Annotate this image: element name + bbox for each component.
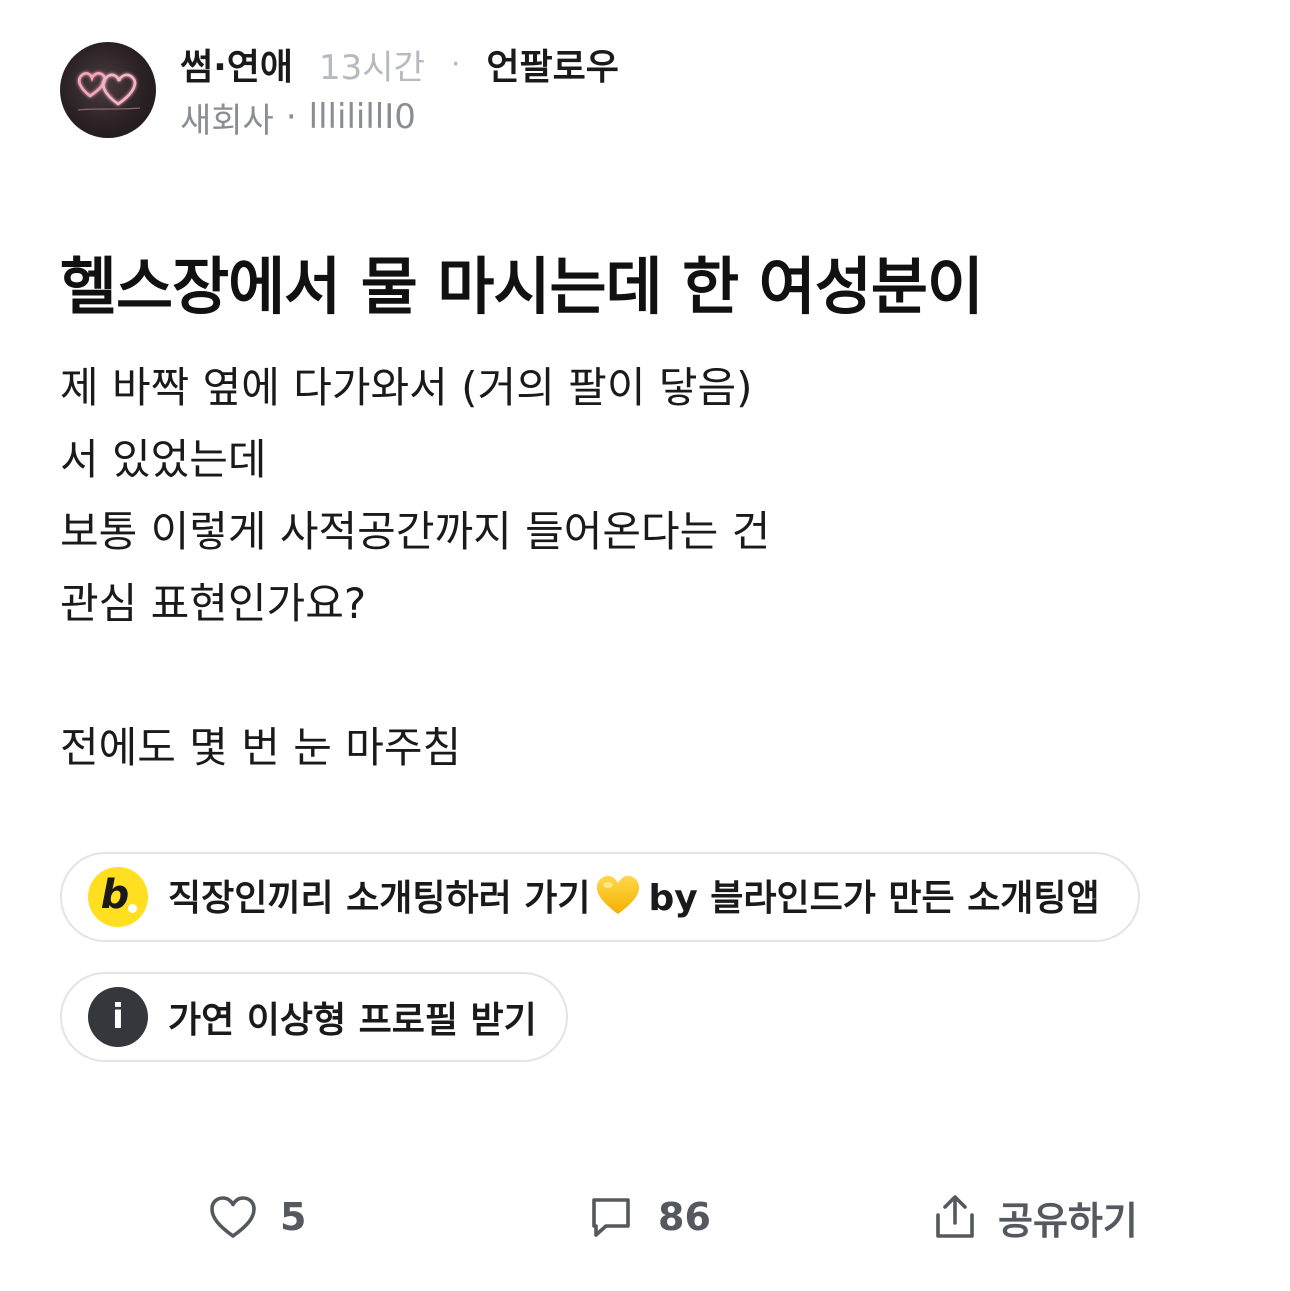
post-body-line: 보통 이렇게 사적공간까지 들어온다는 건 (60, 507, 771, 556)
share-button[interactable]: 공유하기 (930, 1190, 1138, 1244)
post-header: 썸·연애 13시간 · 언팔로우 새회사 · lllilillI0 (60, 38, 619, 141)
author-info: 새회사 · lllilillI0 (180, 95, 619, 141)
info-icon: i (88, 987, 148, 1047)
company-name: 새회사 (180, 100, 274, 141)
blind-dating-label: 직장인끼리 소개팅하러 가기 by 블라인드가 만든 소개팅앱 (168, 869, 1100, 925)
ideal-type-profile-link[interactable]: i 가연 이상형 프로필 받기 (60, 972, 568, 1062)
like-count: 5 (280, 1195, 307, 1239)
post-body-line: 전에도 몇 번 눈 마주침 (60, 723, 462, 772)
blind-dating-label-prefix: 직장인끼리 소개팅하러 가기 (168, 878, 591, 919)
post-title: 헬스장에서 물 마시는데 한 여성분이 (60, 250, 984, 323)
separator-dot: · (450, 46, 461, 82)
post-body-line: 관심 표현인가요? (60, 579, 367, 628)
meta-top-row: 썸·연애 13시간 · 언팔로우 (180, 38, 619, 90)
post-body: 제 바짝 옆에 다가와서 (거의 팔이 닿음) 서 있었는데 보통 이렇게 사적… (60, 352, 1230, 784)
comment-button[interactable]: 86 (586, 1190, 711, 1244)
post-meta: 썸·연애 13시간 · 언팔로우 새회사 · lllilillI0 (180, 38, 619, 141)
comment-count: 86 (658, 1195, 711, 1239)
yellow-heart-icon (595, 874, 641, 925)
unfollow-button[interactable]: 언팔로우 (486, 38, 618, 90)
info-letter: i (112, 997, 124, 1037)
post-time: 13시간 (319, 47, 425, 88)
ideal-type-profile-label: 가연 이상형 프로필 받기 (168, 1000, 537, 1041)
blind-dating-label-suffix: by 블라인드가 만든 소개팅앱 (648, 878, 1100, 919)
like-button[interactable]: 5 (208, 1190, 306, 1244)
post-body-line: 서 있었는데 (60, 435, 267, 484)
author-nickname[interactable]: lllilillI0 (309, 97, 416, 137)
author-separator: · (285, 97, 297, 137)
post-body-line: 제 바짝 옆에 다가와서 (거의 팔이 닿음) (60, 363, 753, 412)
post-body-blank-line (60, 640, 1230, 712)
comment-icon (586, 1192, 636, 1242)
neon-hearts-icon[interactable] (60, 42, 156, 138)
blind-dating-link[interactable]: b 직장인끼리 소개팅하러 가기 by 블라인드가 만든 소개팅앱 (60, 852, 1140, 942)
blind-b-letter: b (100, 872, 130, 918)
share-icon (930, 1192, 980, 1242)
heart-icon (208, 1192, 258, 1242)
share-label: 공유하기 (998, 1198, 1138, 1243)
blind-b-logo-icon: b (88, 867, 148, 927)
blind-b-dot (128, 904, 137, 913)
category-label[interactable]: 썸·연애 (180, 38, 293, 90)
